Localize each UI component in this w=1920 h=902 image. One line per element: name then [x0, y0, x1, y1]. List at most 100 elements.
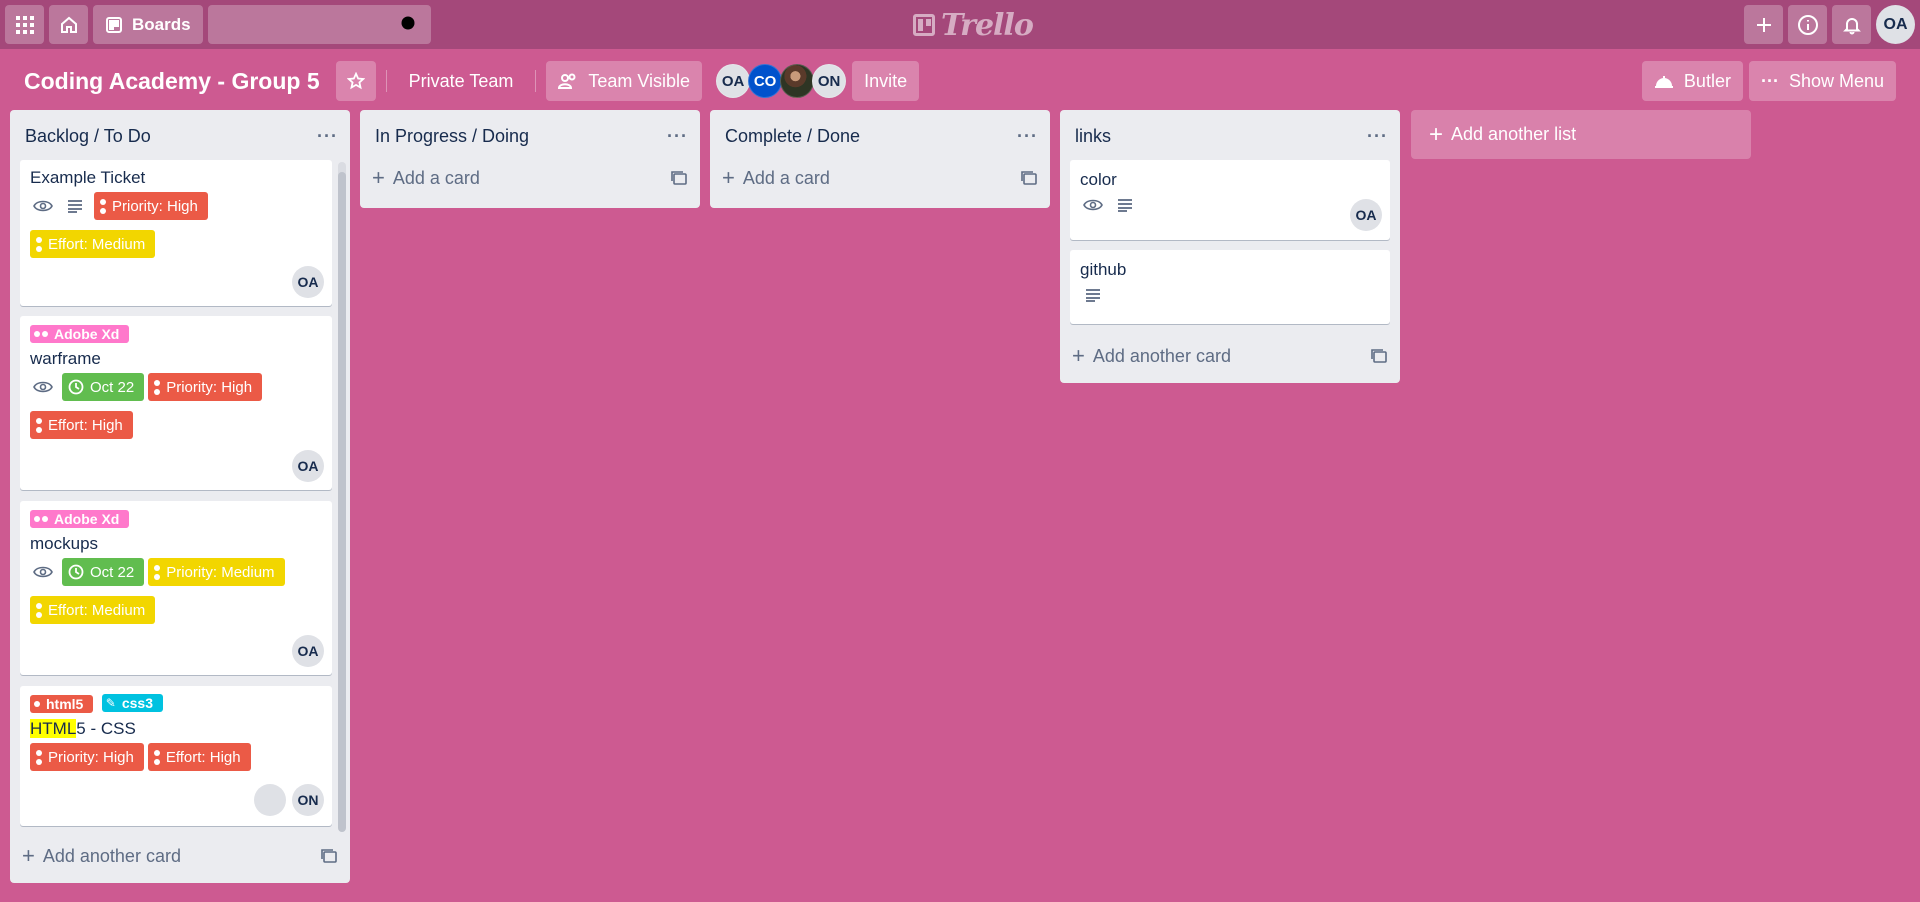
boards-button[interactable]: Boards: [93, 5, 203, 44]
list-links: links ··· color OA github + Add another c…: [1060, 110, 1400, 383]
user-avatar[interactable]: OA: [1876, 5, 1915, 44]
visibility-button[interactable]: Team Visible: [546, 61, 703, 101]
board-header: Coding Academy - Group 5 Private Team Te…: [0, 55, 1920, 107]
home-button[interactable]: [49, 5, 88, 44]
priority-label: Priority: High: [94, 192, 208, 220]
plus-icon: +: [372, 165, 385, 190]
member-avatar[interactable]: ON: [812, 64, 847, 98]
search-icon[interactable]: [399, 14, 421, 36]
info-icon: [1797, 14, 1818, 35]
list-menu-icon[interactable]: ···: [317, 126, 338, 147]
due-date-badge[interactable]: Oct 22: [62, 558, 145, 586]
effort-label: Effort: Medium: [30, 596, 156, 624]
template-icon[interactable]: [1020, 170, 1038, 186]
team-button[interactable]: Private Team: [397, 61, 526, 101]
star-icon: [346, 72, 365, 90]
card[interactable]: color OA: [1070, 160, 1390, 240]
logo-text: Trello: [941, 7, 1034, 43]
show-menu-button[interactable]: ··· Show Menu: [1748, 61, 1896, 101]
add-card-button[interactable]: + Add another card: [1060, 334, 1400, 378]
card-title: warframe: [30, 349, 101, 368]
add-card-button[interactable]: + Add another card: [10, 834, 350, 878]
eye-icon: [32, 561, 54, 583]
butler-bell-icon: [1654, 76, 1673, 88]
priority-label: Priority: High: [30, 743, 144, 771]
boards-label: Boards: [132, 14, 191, 34]
butler-button[interactable]: Butler: [1641, 61, 1743, 101]
butler-label: Butler: [1683, 70, 1731, 91]
list-backlog: Backlog / To Do ··· Example Ticket Prior…: [10, 110, 350, 883]
effort-label: Effort: High: [30, 411, 133, 439]
add-list-button[interactable]: + Add another list: [1411, 110, 1751, 159]
adobe-xd-label: Adobe Xd: [30, 325, 130, 343]
member-avatar-photo[interactable]: [780, 64, 815, 98]
apps-switcher-button[interactable]: [5, 5, 44, 44]
card-member-avatar[interactable]: OA: [292, 450, 324, 482]
separator: [385, 70, 387, 92]
visibility-label: Team Visible: [588, 70, 691, 91]
description-icon: [64, 195, 86, 217]
plus-icon: +: [1429, 120, 1444, 148]
card[interactable]: Adobe Xd warframe Oct 22 Priority: High …: [20, 316, 332, 490]
card-member-avatar[interactable]: OA: [292, 266, 324, 298]
list-menu-icon[interactable]: ···: [1367, 126, 1388, 147]
list-title[interactable]: Backlog / To Do: [25, 126, 151, 147]
card-title: HTML5 - CSS: [30, 719, 136, 738]
card-member-avatar[interactable]: OA: [1350, 199, 1382, 231]
list-menu-icon[interactable]: ···: [1017, 126, 1038, 147]
top-header: Boards Trello OA: [0, 0, 1920, 49]
board-title[interactable]: Coding Academy - Group 5: [24, 68, 320, 95]
description-icon: [1114, 194, 1136, 216]
template-icon[interactable]: [670, 170, 688, 186]
create-button[interactable]: [1744, 5, 1783, 44]
star-board-button[interactable]: [335, 61, 376, 101]
invite-button[interactable]: Invite: [852, 61, 920, 101]
board-icon: [106, 16, 122, 33]
trello-logo[interactable]: Trello: [913, 7, 1034, 43]
invite-label: Invite: [864, 70, 908, 91]
card[interactable]: Adobe Xd mockups Oct 22 Priority: Medium…: [20, 501, 332, 675]
list-title[interactable]: links: [1075, 126, 1111, 147]
list-title[interactable]: Complete / Done: [725, 126, 860, 147]
list-complete: Complete / Done ··· + Add a card: [710, 110, 1050, 208]
card-member-avatar-photo[interactable]: [254, 784, 286, 816]
member-avatar[interactable]: OA: [716, 64, 751, 98]
plus-icon: +: [722, 165, 735, 190]
effort-label: Effort: High: [147, 743, 251, 771]
template-icon[interactable]: [1370, 348, 1388, 364]
template-icon[interactable]: [320, 848, 338, 864]
list-menu-icon[interactable]: ···: [667, 126, 688, 147]
add-card-button[interactable]: + Add a card: [710, 156, 1050, 200]
card-member-avatar[interactable]: OA: [292, 635, 324, 667]
adobe-xd-label: Adobe Xd: [30, 510, 130, 528]
plus-icon: [1756, 17, 1771, 32]
search-box[interactable]: [207, 5, 431, 44]
add-card-button[interactable]: + Add a card: [360, 156, 700, 200]
member-avatar[interactable]: CO: [748, 64, 783, 98]
card-title: github: [1080, 260, 1127, 279]
due-date-badge[interactable]: Oct 22: [62, 373, 145, 401]
plus-icon: +: [1072, 343, 1085, 368]
grid-icon: [15, 15, 34, 34]
card-title: Example Ticket: [30, 168, 146, 187]
eye-icon: [1082, 194, 1104, 216]
card[interactable]: Example Ticket Priority: High Effort: Me…: [20, 160, 332, 306]
card-title: color: [1080, 170, 1117, 189]
clock-icon: [68, 379, 84, 395]
search-input[interactable]: [207, 5, 431, 44]
card[interactable]: html5 ✎ css3 HTML5 - CSS Priority: High E…: [20, 686, 332, 826]
info-button[interactable]: [1788, 5, 1827, 44]
list-scrollbar[interactable]: [338, 162, 346, 832]
list-title[interactable]: In Progress / Doing: [375, 126, 529, 147]
team-label: Private Team: [408, 70, 514, 91]
more-icon: ···: [1760, 70, 1779, 91]
home-icon: [60, 16, 77, 33]
card-member-avatar[interactable]: ON: [292, 784, 324, 816]
card[interactable]: github: [1070, 250, 1390, 324]
card-title: mockups: [30, 534, 99, 553]
notifications-button[interactable]: [1832, 5, 1871, 44]
list-in-progress: In Progress / Doing ··· + Add a card: [360, 110, 700, 208]
separator: [535, 70, 537, 92]
bell-icon: [1842, 17, 1861, 34]
priority-label: Priority: Medium: [148, 558, 285, 586]
